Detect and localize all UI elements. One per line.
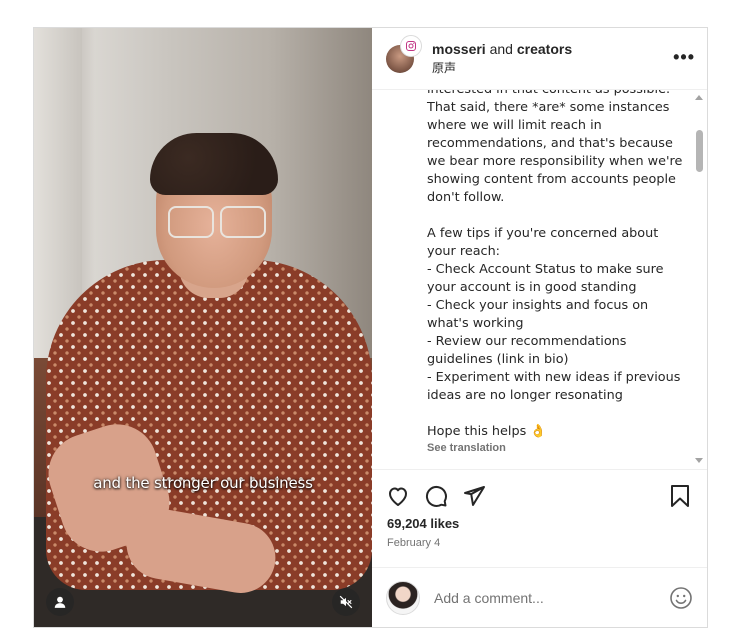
post-side-panel: mosseri and creators 原声 ••• interested i… — [372, 28, 707, 627]
share-button[interactable] — [462, 484, 486, 508]
caption-scroll-area[interactable]: interested in that content as possible. … — [372, 90, 707, 470]
scroll-up-arrow-icon[interactable] — [695, 95, 703, 100]
like-button[interactable] — [386, 484, 410, 508]
save-button[interactable] — [669, 484, 691, 513]
comment-button[interactable] — [424, 484, 448, 508]
author-connector: and — [489, 41, 513, 57]
video-subtitle: and the stronger our business — [93, 474, 313, 492]
mute-toggle-button[interactable] — [332, 588, 360, 616]
paper-plane-icon — [464, 486, 485, 506]
post-actions — [372, 470, 707, 522]
speaker-muted-icon — [339, 595, 353, 609]
bookmark-icon — [671, 485, 689, 507]
author-username[interactable]: mosseri — [432, 41, 486, 57]
caption-scrollbar[interactable] — [693, 90, 705, 469]
author-avatar[interactable] — [386, 34, 422, 73]
glasses-right-lens — [220, 206, 266, 238]
see-translation-link[interactable]: See translation — [427, 442, 506, 454]
emoji-button[interactable] — [669, 586, 693, 610]
author-line: mosseri and creators — [432, 41, 572, 57]
author-info: mosseri and creators 原声 — [432, 41, 572, 76]
current-user-avatar — [386, 580, 420, 615]
original-audio-link[interactable]: 原声 — [432, 59, 572, 76]
scrollbar-thumb[interactable] — [696, 130, 703, 172]
post-date[interactable]: February 4 — [372, 537, 707, 549]
post-card: and the stronger our business mosseri an… — [33, 27, 708, 628]
user-icon — [54, 596, 66, 608]
tagged-users-button[interactable] — [46, 588, 74, 616]
comment-bubble-icon — [425, 485, 447, 507]
collab-creators-link[interactable]: creators — [517, 41, 572, 57]
heart-icon — [389, 487, 407, 506]
more-options-button[interactable]: ••• — [673, 48, 695, 66]
comment-input[interactable] — [432, 588, 669, 607]
comment-composer — [372, 567, 707, 627]
post-header: mosseri and creators 原声 ••• — [372, 28, 707, 90]
smiley-icon — [670, 586, 692, 609]
instagram-icon — [400, 34, 422, 57]
post-caption: interested in that content as possible. … — [427, 90, 683, 439]
scroll-down-arrow-icon[interactable] — [695, 458, 703, 463]
video-player[interactable]: and the stronger our business — [34, 28, 372, 627]
glasses-left-lens — [168, 206, 214, 238]
person-hair — [150, 133, 278, 195]
